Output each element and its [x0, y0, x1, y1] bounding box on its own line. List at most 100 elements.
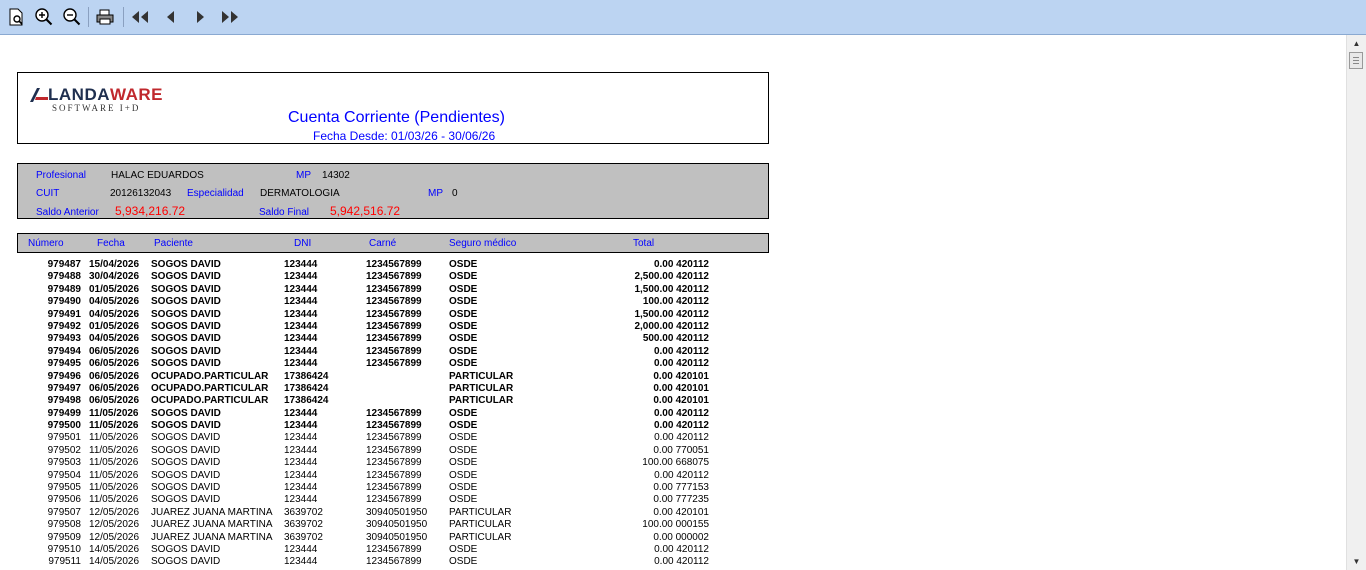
cell-fecha: 12/05/2026 [89, 531, 140, 543]
profesional-label: Profesional [36, 170, 87, 181]
cell-paciente: SOGOS DAVID [151, 345, 221, 357]
table-row: 979494 06/05/2026 SOGOS DAVID 123444 1234567… [0, 346, 760, 358]
cell-paciente: SOGOS DAVID [151, 296, 221, 308]
cell-fecha: 06/05/2026 [89, 382, 140, 394]
cell-numero: 979510 [47, 543, 81, 555]
cell-numero: 979501 [47, 432, 81, 444]
table-body: 979487 15/04/2026 SOGOS DAVID 123444 1234567… [0, 259, 760, 569]
cell-numero: 979494 [47, 345, 81, 357]
col-numero: Número [28, 238, 64, 249]
cell-seguro: PARTICULAR [449, 370, 514, 382]
cell-seguro: OSDE [449, 308, 478, 320]
cell-total: 0.00 420101 [653, 382, 709, 394]
cell-paciente: SOGOS DAVID [151, 494, 221, 506]
cell-total: 0.00 420112 [654, 469, 709, 481]
page-setup-icon[interactable] [5, 6, 27, 28]
cell-carne: 1234567899 [366, 259, 422, 270]
cell-dni: 123444 [284, 543, 318, 555]
cell-carne: 1234567899 [366, 271, 422, 283]
cell-paciente: SOGOS DAVID [151, 271, 221, 283]
zoom-out-icon[interactable] [61, 6, 83, 28]
last-page-icon[interactable] [219, 6, 241, 28]
table-row: 979504 11/05/2026 SOGOS DAVID 123444 1234567… [0, 470, 760, 482]
scroll-down-icon[interactable]: ▼ [1347, 553, 1366, 570]
table-row: 979506 11/05/2026 SOGOS DAVID 123444 1234567… [0, 494, 760, 506]
cell-fecha: 12/05/2026 [89, 519, 140, 531]
cell-numero: 979497 [47, 382, 81, 394]
cell-paciente: SOGOS DAVID [151, 482, 221, 494]
cell-paciente: OCUPADO.PARTICULAR [151, 395, 269, 407]
cell-paciente: SOGOS DAVID [151, 308, 221, 320]
table-row: 979489 01/05/2026 SOGOS DAVID 123444 1234567… [0, 284, 760, 296]
cell-numero: 979498 [47, 395, 81, 407]
cell-dni: 123444 [284, 432, 318, 444]
cell-total: 0.00 777153 [653, 482, 709, 494]
logo-mark-icon [30, 88, 48, 102]
cell-numero: 979509 [47, 531, 81, 543]
cell-total: 0.00 770051 [653, 444, 709, 456]
cell-fecha: 11/05/2026 [89, 407, 139, 419]
cell-numero: 979487 [47, 259, 81, 270]
col-total: Total [633, 238, 655, 249]
zoom-in-icon[interactable] [33, 6, 55, 28]
cell-fecha: 06/05/2026 [89, 395, 140, 407]
cell-fecha: 01/05/2026 [89, 320, 140, 332]
cell-dni: 123444 [284, 259, 318, 270]
cell-total: 0.00 420101 [653, 395, 709, 407]
toolbar-separator [88, 7, 89, 27]
col-seguro: Seguro médico [449, 238, 517, 249]
cell-numero: 979488 [47, 271, 81, 283]
scroll-up-icon[interactable]: ▲ [1347, 35, 1366, 52]
cell-dni: 123444 [284, 469, 318, 481]
cell-total: 0.00 420112 [653, 358, 709, 370]
cell-paciente: SOGOS DAVID [151, 432, 221, 444]
cell-paciente: SOGOS DAVID [151, 444, 221, 456]
cell-seguro: OSDE [449, 556, 478, 568]
toolbar [0, 0, 1366, 35]
table-row: 979501 11/05/2026 SOGOS DAVID 123444 1234567… [0, 432, 760, 444]
cell-total: 100.00 420112 [642, 296, 709, 308]
logo-text-red: WARE [110, 85, 163, 104]
cell-carne: 1234567899 [366, 482, 422, 494]
table-row: 979490 04/05/2026 SOGOS DAVID 123444 1234567… [0, 296, 760, 308]
table-row: 979488 30/04/2026 SOGOS DAVID 123444 1234567… [0, 271, 760, 283]
cell-dni: 123444 [284, 296, 318, 308]
cell-total: 0.00 420112 [654, 432, 709, 444]
cell-fecha: 06/05/2026 [89, 370, 140, 382]
especialidad-value: DERMATOLOGIA [260, 188, 340, 199]
cell-paciente: SOGOS DAVID [151, 543, 221, 555]
cell-total: 100.00 668075 [642, 457, 709, 469]
print-icon[interactable] [94, 6, 116, 28]
scroll-thumb[interactable] [1349, 52, 1363, 69]
first-page-icon[interactable] [129, 6, 151, 28]
cell-total: 1,500.00 420112 [634, 283, 709, 295]
cell-seguro: OSDE [449, 494, 478, 506]
cell-fecha: 06/05/2026 [89, 345, 140, 357]
table-row: 979492 01/05/2026 SOGOS DAVID 123444 1234567… [0, 321, 760, 333]
cell-dni: 123444 [284, 556, 318, 568]
cell-seguro: OSDE [449, 333, 478, 345]
cell-seguro: OSDE [449, 407, 478, 419]
cell-total: 0.00 420112 [653, 259, 709, 270]
cell-fecha: 11/05/2026 [89, 444, 139, 456]
cell-seguro: OSDE [449, 283, 478, 295]
cuit-value: 20126132043 [110, 188, 172, 199]
cell-fecha: 11/05/2026 [89, 494, 139, 506]
cell-seguro: OSDE [449, 469, 478, 481]
cell-dni: 123444 [284, 444, 318, 456]
cell-carne: 1234567899 [366, 494, 422, 506]
vertical-scrollbar[interactable]: ▲ ▼ [1346, 35, 1366, 570]
cell-carne: 1234567899 [366, 556, 422, 568]
cell-dni: 123444 [284, 308, 318, 320]
previous-page-icon[interactable] [160, 6, 182, 28]
cell-paciente: SOGOS DAVID [151, 457, 221, 469]
table-row: 979511 14/05/2026 SOGOS DAVID 123444 1234567… [0, 556, 760, 568]
table-row: 979502 11/05/2026 SOGOS DAVID 123444 1234567… [0, 445, 760, 457]
cell-dni: 3639702 [284, 531, 323, 543]
professional-info: Profesional HALAC EDUARDOS MP 14302 CUIT… [17, 163, 769, 219]
cell-fecha: 11/05/2026 [89, 420, 139, 432]
saldo-final-label: Saldo Final [259, 207, 310, 218]
cell-paciente: SOGOS DAVID [151, 469, 221, 481]
cell-paciente: SOGOS DAVID [151, 333, 221, 345]
next-page-icon[interactable] [189, 6, 211, 28]
